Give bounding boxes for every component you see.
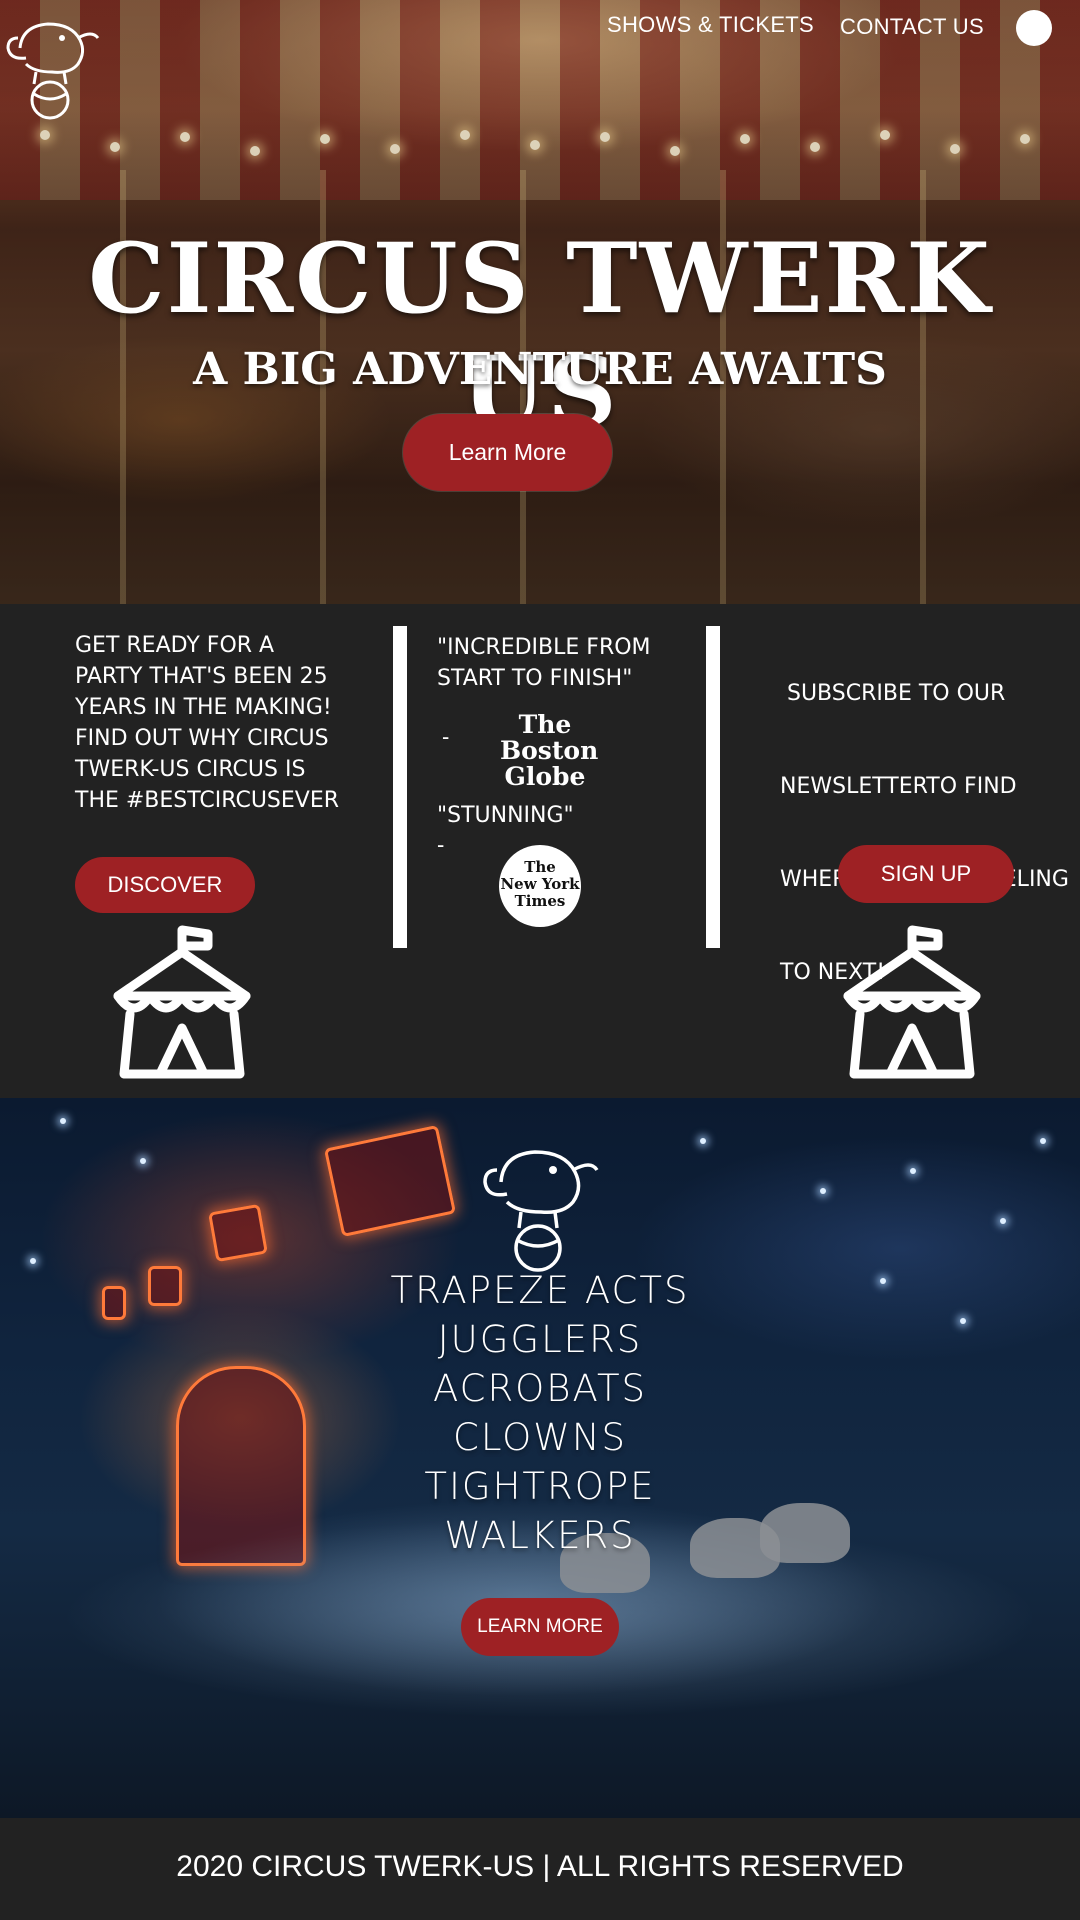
learn-more-button[interactable]: Learn More (403, 414, 612, 491)
quote-dash: - (437, 832, 445, 857)
acts-section: TRAPEZE ACTS JUGGLERS ACROBATS CLOWNS TI… (0, 1098, 1080, 1818)
elephant-on-ball-logo-icon (483, 1150, 599, 1272)
intro-line: YEARS IN THE MAKING! (75, 695, 332, 720)
discover-button[interactable]: DISCOVER (75, 857, 255, 913)
intro-line: TWERK-US CIRCUS IS (75, 757, 306, 782)
arena-sign (148, 1266, 182, 1306)
legends-sign (323, 1124, 457, 1238)
act-item: ACROBATS (432, 1367, 648, 1410)
act-item: TRAPEZE ACTS (390, 1269, 690, 1312)
copyright-text: 2020 CIRCUS TWERK-US | ALL RIGHTS RESERV… (176, 1850, 904, 1883)
intro-line: PARTY THAT'S BEEN 25 (75, 664, 328, 689)
nav-shows-tickets-link[interactable]: SHOWS & TICKETS (607, 12, 814, 38)
act-item: WALKERS (444, 1514, 636, 1557)
column-divider (706, 626, 720, 948)
intro-text: GET READY FOR A PARTY THAT'S BEEN 25 YEA… (75, 630, 355, 816)
menu-circle-icon[interactable] (1016, 10, 1052, 46)
arena-sign (102, 1286, 126, 1320)
elephant-on-ball-logo-icon[interactable] (0, 8, 104, 120)
boston-globe-logo: The Boston Globe (500, 710, 599, 791)
intro-line: GET READY FOR A (75, 633, 275, 658)
acts-list: TRAPEZE ACTS JUGGLERS ACROBATS CLOWNS TI… (380, 1266, 700, 1560)
footer: 2020 CIRCUS TWERK-US | ALL RIGHTS RESERV… (0, 1818, 1080, 1920)
intro-line: THE #BESTCIRCUSEVER (75, 788, 340, 813)
arena-sign (208, 1203, 268, 1263)
quote-dash: - (442, 724, 450, 749)
review-quote-incredible: "INCREDIBLE FROM START TO FINISH" (437, 635, 651, 691)
sign-up-button[interactable]: SIGN UP (838, 845, 1014, 903)
hero-subtitle: A BIG ADVENTURE AWAITS (193, 344, 887, 395)
act-item: TIGHTROPE (424, 1465, 656, 1508)
elephant-figure (760, 1503, 850, 1563)
act-item: JUGGLERS (437, 1318, 643, 1361)
hero-section: SHOWS & TICKETS CONTACT US CIRCUS TWERK … (0, 0, 1080, 604)
nav-contact-us-link[interactable]: CONTACT US (840, 14, 984, 40)
circus-tent-icon (113, 925, 251, 1079)
learn-more-acts-button[interactable]: LEARN MORE (461, 1598, 619, 1656)
new-york-times-logo: The New York Times (499, 845, 581, 927)
info-section: GET READY FOR A PARTY THAT'S BEEN 25 YEA… (0, 604, 1080, 1098)
act-item: CLOWNS (452, 1416, 627, 1459)
review-quote-stunning: "STUNNING" (437, 803, 574, 828)
column-divider (393, 626, 407, 948)
circus-tent-icon (843, 925, 981, 1079)
intro-line: FIND OUT WHY CIRCUS (75, 726, 329, 751)
